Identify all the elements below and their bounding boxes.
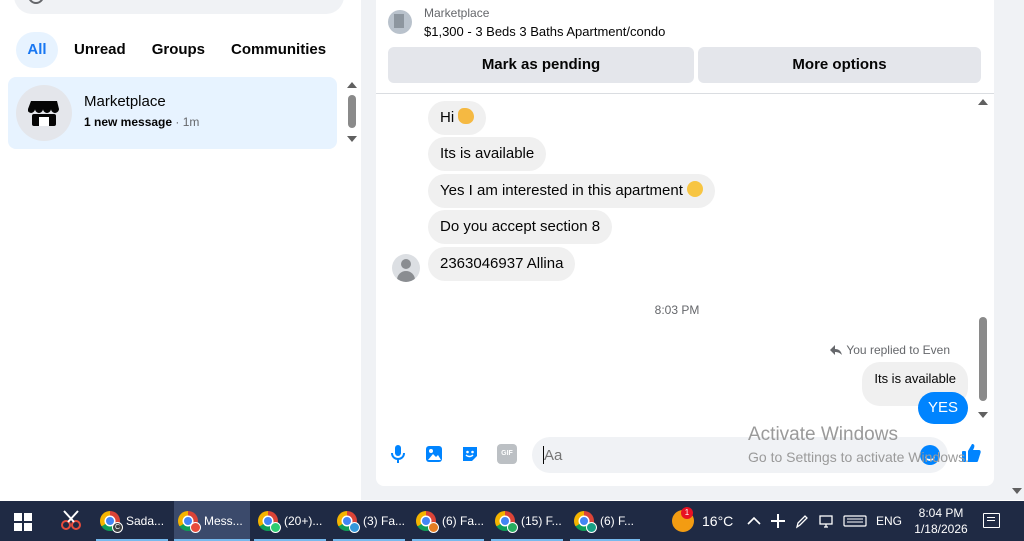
taskbar-item-label: Mess... <box>204 514 243 528</box>
taskbar-item-chrome[interactable]: (6) F... <box>570 501 640 541</box>
chat-item-marketplace[interactable]: Marketplace 1 new message · 1m <box>8 77 337 149</box>
taskbar-item-chrome[interactable]: (6) Fa... <box>412 501 484 541</box>
sent-message[interactable]: YES <box>917 392 968 424</box>
message-bubble[interactable]: Hi <box>428 101 487 135</box>
message-scrollbar[interactable] <box>976 96 990 422</box>
more-options-button[interactable]: More options <box>698 47 981 83</box>
message-bubble[interactable]: Its is available <box>428 137 547 171</box>
clock[interactable]: 8:04 PM 1/18/2026 <box>910 505 972 537</box>
tab-groups[interactable]: Groups <box>142 32 215 68</box>
gif-icon[interactable]: GIF <box>497 444 517 464</box>
search-icon <box>28 0 44 4</box>
thumbs-up-icon[interactable] <box>960 442 982 464</box>
chat-time: 1m <box>182 115 200 129</box>
message-bubble[interactable]: Yes I am interested in this apartment <box>428 174 715 208</box>
scroll-up-icon[interactable] <box>347 82 357 88</box>
message-text: 2363046937 Allina <box>440 255 564 272</box>
filter-tabs: All Unread Groups Communities <box>16 32 336 68</box>
profile-badge <box>428 522 439 533</box>
message-text: Do you accept section 8 <box>440 218 601 235</box>
profile-badge <box>507 522 518 533</box>
notification-icon[interactable] <box>983 513 1000 528</box>
taskbar-item-label: (6) Fa... <box>442 514 485 528</box>
plus-icon[interactable] <box>770 513 786 529</box>
search-input[interactable] <box>14 0 344 14</box>
person-icon <box>401 259 411 269</box>
shop-icon <box>28 101 59 126</box>
header-divider <box>376 93 994 94</box>
windows-start-icon[interactable] <box>14 513 32 531</box>
temperature[interactable]: 16°C <box>702 501 733 541</box>
message-input-container[interactable] <box>532 437 948 473</box>
taskbar-item-label: (6) F... <box>600 514 635 528</box>
message-bubble[interactable]: Do you accept section 8 <box>428 210 613 244</box>
tab-all[interactable]: All <box>16 32 58 68</box>
scroll-down-icon[interactable] <box>347 136 357 142</box>
message-composer: GIF <box>376 434 994 476</box>
taskbar-item-chrome[interactable]: (3) Fa... <box>333 501 405 541</box>
message-text: Its is available <box>440 145 535 162</box>
taskbar: C Sada... Mess... (20+)... (3) Fa... (6)… <box>0 501 1024 541</box>
sender-avatar[interactable] <box>392 254 420 282</box>
scroll-thumb[interactable] <box>979 317 987 401</box>
pen-icon[interactable] <box>794 513 810 529</box>
chat-list-panel: All Unread Groups Communities Marketplac… <box>0 0 360 500</box>
profile-badge <box>586 522 597 533</box>
scroll-up-icon[interactable] <box>978 99 988 105</box>
snipping-tool-icon[interactable] <box>58 509 84 533</box>
avatar <box>16 85 72 141</box>
image-icon[interactable] <box>424 444 444 464</box>
chat-name: Marketplace <box>84 93 166 110</box>
taskbar-item-label: (15) F... <box>521 514 562 528</box>
taskbar-item-chrome[interactable]: (15) F... <box>491 501 563 541</box>
profile-badge <box>270 522 281 533</box>
reply-note: You replied to Even <box>830 343 950 357</box>
message-text: Hi <box>440 109 455 126</box>
taskbar-item-chrome[interactable]: (20+)... <box>254 501 326 541</box>
taskbar-item-chrome[interactable]: Mess... <box>174 501 250 541</box>
person-icon-body <box>397 271 415 282</box>
tab-communities[interactable]: Communities <box>221 32 336 68</box>
chat-separator: · <box>172 115 183 129</box>
message-text: Yes I am interested in this apartment <box>440 182 683 199</box>
reply-note-text: You replied to Even <box>846 343 950 357</box>
tab-unread[interactable]: Unread <box>64 32 136 68</box>
keyboard-icon[interactable] <box>843 513 867 529</box>
message-bubble[interactable]: 2363046937 Allina <box>428 247 576 281</box>
emoji-icon[interactable] <box>920 445 940 465</box>
profile-badge <box>349 522 360 533</box>
conversation-panel: Marketplace $1,300 - 3 Beds 3 Baths Apar… <box>376 0 994 486</box>
weather-badge: 1 <box>681 507 693 519</box>
microphone-icon[interactable] <box>388 444 408 464</box>
profile-badge <box>190 522 201 533</box>
message-timestamp: 8:03 PM <box>654 303 700 317</box>
profile-badge: C <box>112 522 123 533</box>
taskbar-item-label: Sada... <box>126 514 165 528</box>
listing-label: Marketplace <box>424 6 490 20</box>
scroll-down-icon[interactable] <box>978 412 988 418</box>
taskbar-item-label: (20+)... <box>284 514 323 528</box>
chat-preview: 1 new message · 1m <box>84 115 199 129</box>
page-scroll-down-icon[interactable] <box>1012 488 1022 494</box>
network-icon[interactable] <box>818 513 834 529</box>
sticker-icon[interactable] <box>460 444 480 464</box>
listing-title[interactable]: $1,300 - 3 Beds 3 Baths Apartment/condo <box>424 24 665 39</box>
chat-status: 1 new message <box>84 115 173 129</box>
language-indicator[interactable]: ENG <box>876 501 902 541</box>
listing-thumbnail[interactable] <box>388 10 412 34</box>
message-input[interactable] <box>544 437 904 473</box>
mark-as-pending-button[interactable]: Mark as pending <box>388 47 694 83</box>
clock-time: 8:04 PM <box>918 506 964 520</box>
chat-list-scrollbar[interactable] <box>346 82 358 146</box>
clock-date: 1/18/2026 <box>914 522 968 536</box>
taskbar-item-label: (3) Fa... <box>363 514 406 528</box>
waving-hand-icon <box>458 108 475 124</box>
smiling-face-icon <box>686 181 703 197</box>
chevron-up-icon[interactable] <box>746 513 762 529</box>
scroll-thumb[interactable] <box>348 95 356 128</box>
reply-icon <box>830 345 843 355</box>
taskbar-item-chrome[interactable]: C Sada... <box>96 501 168 541</box>
